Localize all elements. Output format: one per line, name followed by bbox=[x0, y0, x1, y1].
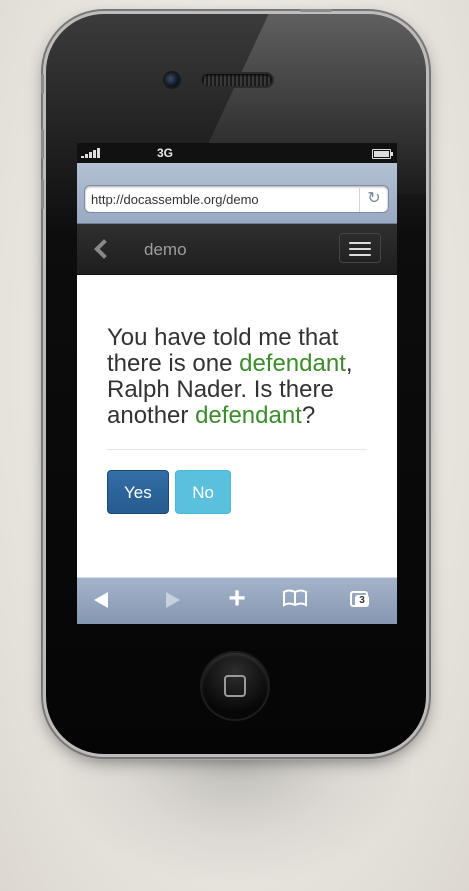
no-button[interactable]: No bbox=[175, 470, 231, 514]
browser-toolbar: + 3 bbox=[77, 577, 397, 624]
yes-button[interactable]: Yes bbox=[107, 470, 169, 514]
front-camera bbox=[165, 73, 179, 87]
answer-buttons: Yes No bbox=[107, 470, 367, 514]
signal-strength-icon bbox=[81, 148, 101, 158]
phone-screen: 3G http://docassemble.org/demo ↻ demo Yo… bbox=[77, 143, 397, 624]
battery-icon bbox=[372, 149, 393, 159]
phone-reflection bbox=[60, 760, 410, 880]
power-button bbox=[300, 9, 332, 12]
volume-up-button bbox=[41, 129, 44, 159]
network-type: 3G bbox=[157, 146, 174, 160]
url-text: http://docassemble.org/demo bbox=[91, 192, 259, 207]
status-bar: 3G bbox=[77, 143, 397, 163]
home-button[interactable] bbox=[202, 653, 268, 719]
question-panel: You have told me that there is one defen… bbox=[77, 275, 397, 514]
tabs-count: 3 bbox=[355, 595, 369, 607]
forward-arrow-icon[interactable] bbox=[166, 592, 180, 608]
term-link-defendant[interactable]: defendant bbox=[239, 350, 346, 377]
home-square-icon bbox=[224, 675, 246, 697]
navbar-title: demo bbox=[144, 240, 187, 259]
earpiece-speaker bbox=[202, 74, 272, 86]
browser-address-bar: http://docassemble.org/demo ↻ bbox=[77, 163, 397, 224]
plus-icon[interactable]: + bbox=[222, 584, 252, 614]
open-book-icon[interactable] bbox=[282, 588, 308, 612]
chevron-left-icon[interactable] bbox=[94, 239, 114, 259]
app-navbar: demo bbox=[77, 224, 397, 275]
tabs-icon[interactable]: 3 bbox=[350, 591, 372, 609]
hamburger-menu-icon[interactable] bbox=[339, 233, 381, 263]
question-text: You have told me that there is one defen… bbox=[107, 325, 367, 429]
back-arrow-icon[interactable] bbox=[94, 592, 108, 608]
mute-switch bbox=[41, 74, 44, 94]
term-link-defendant[interactable]: defendant bbox=[195, 402, 302, 429]
divider bbox=[107, 449, 367, 450]
question-text-part: ? bbox=[301, 402, 316, 429]
reload-icon[interactable]: ↻ bbox=[359, 186, 388, 212]
url-field[interactable]: http://docassemble.org/demo ↻ bbox=[84, 185, 389, 213]
volume-down-button bbox=[41, 179, 44, 209]
